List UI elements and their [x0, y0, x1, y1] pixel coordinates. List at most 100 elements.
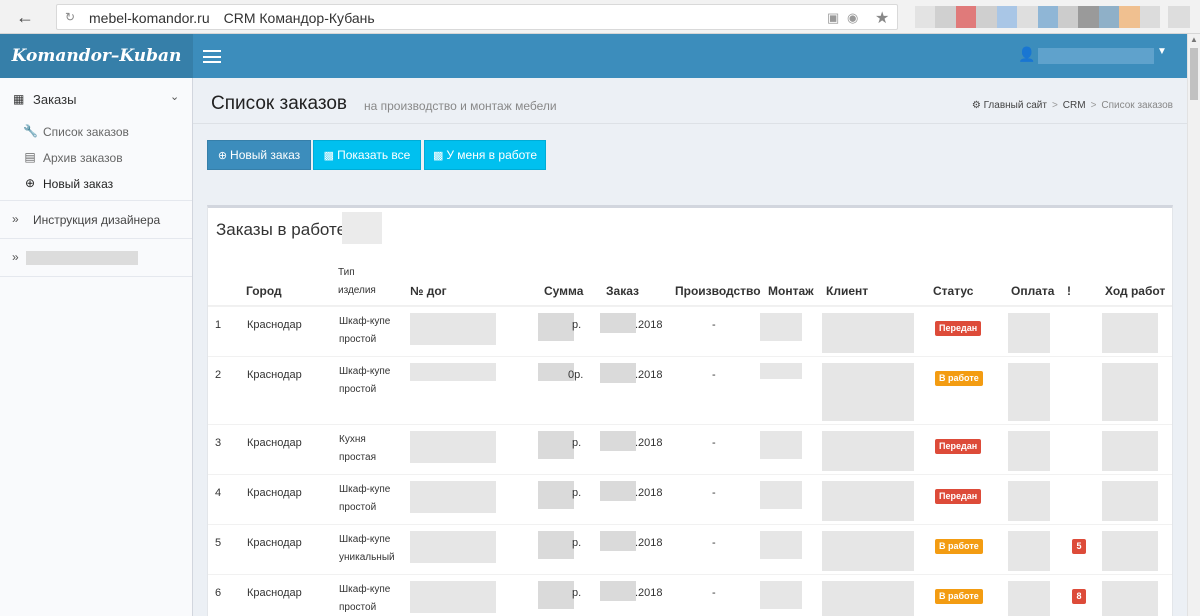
address-bar[interactable]: ↻ mebel-komandor.ru CRM Командор-Кубань ▣… — [56, 4, 898, 30]
double-chevron-right-icon: » — [12, 250, 19, 264]
sidebar-item-order-archive[interactable]: ▤ Архив заказов — [0, 145, 192, 171]
redacted-order-date — [600, 581, 636, 601]
cell-order-date: .2018 — [635, 587, 663, 599]
extension-icon[interactable] — [935, 6, 956, 28]
reload-icon[interactable]: ↻ — [65, 10, 75, 24]
table-row[interactable]: 5 Краснодар Шкаф-купе уникальный р. .2018 - В р… — [208, 524, 1172, 574]
column-header-type[interactable]: Тип изделия — [338, 264, 376, 300]
extension-icon[interactable] — [976, 6, 997, 28]
sidebar: ▦ Заказы ⌄ 🔧 Список заказов ▤ Архив зака… — [0, 78, 193, 616]
cell-product-type: Шкаф-купе уникальный — [339, 531, 395, 567]
sidebar-item-orders[interactable]: ▦ Заказы ⌄ — [0, 78, 192, 120]
extension-icon[interactable] — [1119, 6, 1140, 28]
cell-sum-suffix: 0р. — [568, 369, 584, 381]
column-header-production[interactable]: Производство — [675, 284, 761, 298]
sidebar-item-designer-guide[interactable]: » Инструкция дизайнера — [0, 200, 192, 238]
column-header-status[interactable]: Статус — [933, 284, 973, 298]
redacted-label — [26, 251, 138, 265]
row-number: 4 — [215, 487, 222, 499]
plus-circle-icon: ⊕ — [24, 176, 36, 190]
back-arrow-icon[interactable]: ← — [14, 6, 36, 28]
globe-icon[interactable]: ◉ — [847, 10, 858, 26]
column-header-client[interactable]: Клиент — [826, 284, 868, 298]
redacted-install — [760, 531, 802, 559]
redacted-sum — [538, 531, 574, 559]
redacted-install — [760, 363, 802, 379]
user-icon[interactable]: 👤 — [1018, 46, 1035, 63]
extension-icon[interactable] — [915, 6, 936, 28]
column-header-flag[interactable]: ! — [1067, 284, 1071, 298]
column-header-progress[interactable]: Ход работ — [1105, 284, 1165, 298]
table-row[interactable]: 1 Краснодар Шкаф-купе простой р. .2018 - Переда… — [208, 306, 1172, 356]
cell-order-date: .2018 — [635, 437, 663, 449]
redacted-install — [760, 313, 802, 341]
browser-toolbar: ← ↻ mebel-komandor.ru CRM Командор-Кубань… — [0, 0, 1200, 34]
extension-icons[interactable] — [915, 6, 1161, 28]
column-header-payment[interactable]: Оплата — [1011, 284, 1054, 298]
cell-production: - — [712, 319, 716, 331]
table-row[interactable]: 6 Краснодар Шкаф-купе простой р. .2018 - В рабо… — [208, 574, 1172, 616]
caret-down-icon[interactable]: ▼ — [1157, 46, 1167, 57]
row-number: 1 — [215, 319, 222, 331]
breadcrumb-current: Список заказов — [1101, 100, 1173, 111]
redacted-sum — [538, 581, 574, 609]
status-badge: В работе — [935, 589, 983, 604]
extension-icon[interactable] — [1139, 6, 1161, 28]
dashboard-icon: ⚙ — [971, 100, 981, 111]
app-logo[interactable]: Komandor–Kuban — [0, 34, 193, 78]
new-order-button[interactable]: ⊕ Новый заказ — [207, 140, 311, 170]
type-line: простой — [339, 602, 377, 613]
breadcrumb-home[interactable]: Главный сайт — [984, 100, 1047, 111]
cell-city: Краснодар — [247, 587, 302, 599]
window-control-icon[interactable] — [1168, 6, 1190, 28]
type-line: простой — [339, 334, 377, 345]
button-label: Новый заказ — [230, 148, 301, 162]
cell-city: Краснодар — [247, 369, 302, 381]
cell-sum-suffix: р. — [572, 587, 582, 599]
table-row[interactable]: 3 Краснодар Кухня простая р. .2018 - Передан — [208, 424, 1172, 474]
menu-toggle-icon[interactable] — [203, 50, 221, 63]
extension-icon[interactable] — [1017, 6, 1038, 28]
redacted-client — [822, 481, 914, 521]
table-row[interactable]: 2 Краснодар Шкаф-купе простой 0р. .2018 - В раб… — [208, 356, 1172, 424]
redacted-order-date — [600, 481, 636, 501]
redacted-order-date — [600, 531, 636, 551]
type-line: простой — [339, 502, 377, 513]
column-header-install[interactable]: Монтаж — [768, 284, 814, 298]
sidebar-item-order-list[interactable]: 🔧 Список заказов — [0, 119, 192, 145]
breadcrumb-crm[interactable]: CRM — [1063, 100, 1086, 111]
redacted-payment — [1008, 431, 1050, 471]
extension-icon[interactable] — [1037, 6, 1058, 28]
column-header-contract[interactable]: № дог — [410, 284, 447, 298]
my-work-button[interactable]: ▩ У меня в работе — [424, 140, 546, 170]
redacted-payment — [1008, 313, 1050, 353]
page-scrollbar[interactable]: ▲ — [1187, 34, 1200, 616]
column-header-city[interactable]: Город — [246, 284, 282, 298]
show-all-button[interactable]: ▩ Показать все — [313, 140, 421, 170]
page-title: Список заказов — [211, 93, 348, 114]
sidebar-item-new-order[interactable]: ⊕ Новый заказ — [0, 171, 192, 197]
bookmark-star-icon[interactable]: ★ — [875, 8, 889, 28]
extension-icon[interactable] — [1057, 6, 1079, 28]
scroll-up-icon[interactable]: ▲ — [1190, 35, 1198, 44]
extension-icon[interactable] — [955, 6, 977, 28]
tab-title: CRM Командор-Кубань — [223, 10, 375, 26]
translate-icon[interactable]: ▣ — [827, 10, 839, 26]
column-header-sum[interactable]: Сумма — [544, 284, 583, 298]
button-label: Показать все — [337, 148, 411, 162]
redacted-contract — [410, 363, 496, 381]
table-row[interactable]: 4 Краснодар Шкаф-купе простой р. .2018 - Переда… — [208, 474, 1172, 524]
cell-sum-suffix: р. — [572, 437, 582, 449]
extension-icon[interactable] — [996, 6, 1018, 28]
scroll-thumb[interactable] — [1190, 48, 1198, 100]
content-header: Список заказов на производство и монтаж … — [193, 78, 1187, 124]
user-name-redacted[interactable] — [1038, 48, 1154, 64]
sidebar-item-redacted[interactable]: » — [0, 238, 192, 276]
cell-production: - — [712, 537, 716, 549]
flag-badge: 8 — [1072, 589, 1086, 604]
extension-icon[interactable] — [1078, 6, 1099, 28]
type-line: простая — [339, 452, 376, 463]
extension-icon[interactable] — [1098, 6, 1120, 28]
redacted-progress — [1102, 363, 1158, 421]
column-header-order[interactable]: Заказ — [606, 284, 639, 298]
